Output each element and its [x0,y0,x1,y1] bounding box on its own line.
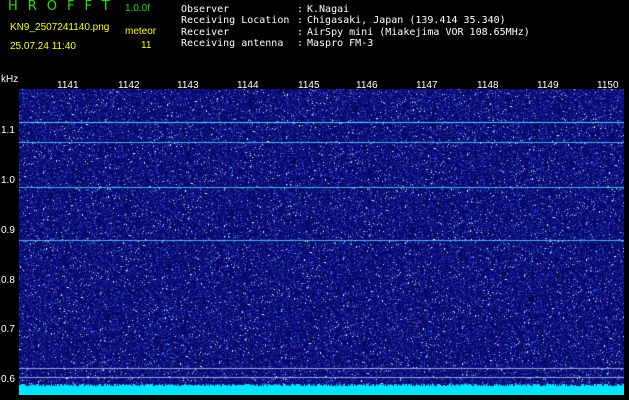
freq-tick: 0.9 [1,225,15,236]
freq-tick: 1.0 [1,175,15,186]
location-value: Chigasaki, Japan (139.414 35.340) [307,15,506,26]
hrofft-window: HROFFT 1.0.0f KN9_2507241140.png 25.07.2… [0,0,629,400]
mode-label: meteor [125,26,157,37]
receiver-colon: : [297,27,304,38]
app-title: HROFFT [8,0,120,14]
location-colon: : [297,15,304,26]
version-label: 1.0.0f [125,3,151,14]
datetime-label: 25.07.24 11:40 [10,41,76,52]
spectrogram-canvas [19,89,624,395]
antenna-label: Receiving antenna [181,38,284,49]
freq-tick: 0.7 [1,324,15,335]
spectrogram-panel [19,89,624,395]
observer-label: Observer [181,4,230,15]
freq-tick: 0.6 [1,374,15,385]
freq-tick: 1.1 [1,125,15,136]
antenna-value: Maspro FM-3 [307,38,374,49]
receiver-value: AirSpy mini (Miakejima VOR 108.65MHz) [307,27,530,38]
receiver-label: Receiver [181,27,230,38]
antenna-colon: : [297,38,304,49]
observer-colon: : [297,4,304,15]
y-axis-unit: kHz [1,74,19,85]
filename-label: KN9_2507241140.png [10,22,110,33]
location-label: Receiving Location [181,15,290,26]
observer-value: K.Nagai [307,4,350,15]
freq-tick: 0.8 [1,275,15,286]
count-label: 11 [141,40,152,51]
